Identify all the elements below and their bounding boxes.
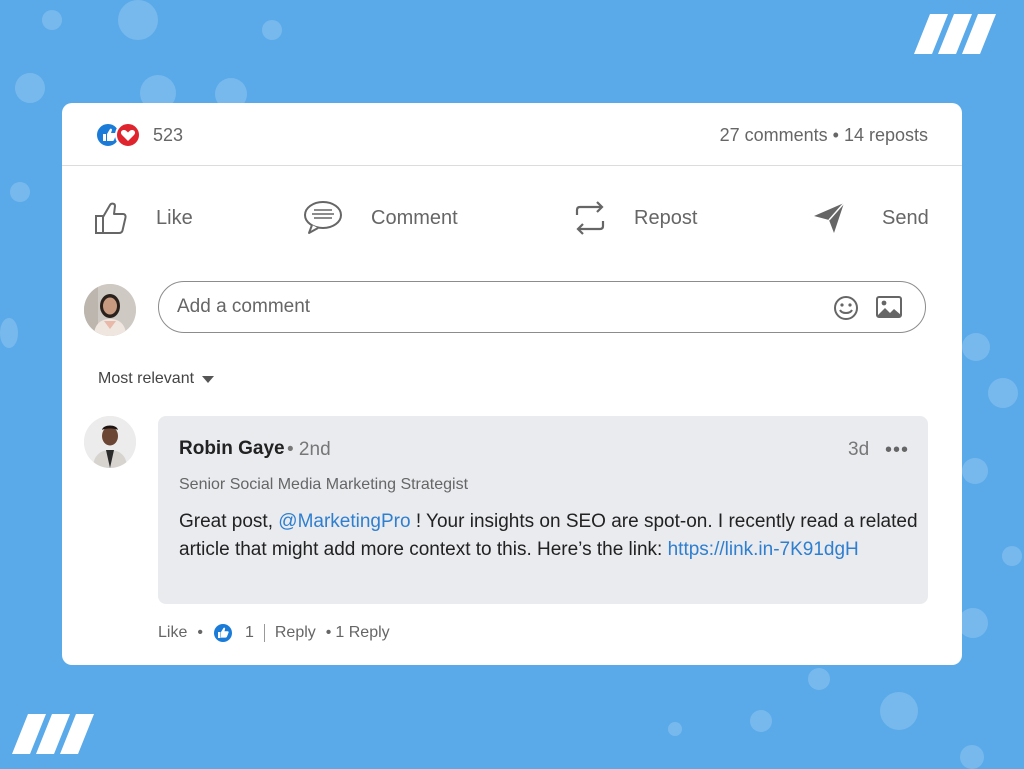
- bg-bubble: [10, 182, 30, 202]
- comment-url-link[interactable]: https://link.in-7K91dgH: [668, 539, 859, 560]
- comment-action-button[interactable]: Comment: [303, 198, 458, 238]
- bg-bubble: [750, 710, 772, 732]
- bg-bubble: [668, 722, 682, 736]
- bg-bubble: [880, 692, 918, 730]
- like-reaction-icon: [213, 624, 232, 642]
- send-action-label: Send: [882, 206, 929, 229]
- brand-logo-icon: [914, 14, 996, 54]
- bg-bubble: [958, 608, 988, 638]
- commenter-name[interactable]: Robin Gaye: [179, 438, 285, 460]
- comment-like-count[interactable]: 1: [245, 624, 254, 642]
- separator-dot: •: [197, 624, 203, 641]
- bg-bubble: [988, 378, 1018, 408]
- comment-input-placeholder: Add a comment: [177, 296, 311, 317]
- comment-bubble: Robin Gaye • 2nd 3d ••• Senior Social Me…: [158, 416, 928, 604]
- replies-count-link[interactable]: 1 Reply: [335, 624, 389, 642]
- bg-bubble: [962, 333, 990, 361]
- image-icon[interactable]: [876, 296, 902, 318]
- bg-bubble: [960, 745, 984, 769]
- comment-like-button[interactable]: Like: [158, 624, 187, 642]
- emoji-icon[interactable]: [833, 295, 859, 321]
- sort-dropdown[interactable]: Most relevant: [98, 370, 215, 388]
- sort-label: Most relevant: [98, 370, 195, 387]
- commenter-headline: Senior Social Media Marketing Strategist: [179, 476, 469, 493]
- comment-bubble-icon: [304, 201, 342, 234]
- send-action-button[interactable]: Send: [812, 198, 929, 238]
- bg-bubble: [42, 10, 62, 30]
- divider: [263, 624, 265, 642]
- mention-link[interactable]: @MarketingPro: [278, 511, 410, 532]
- avatar-photo: [84, 416, 136, 468]
- bg-bubble: [118, 0, 158, 40]
- comment-input[interactable]: Add a comment: [158, 281, 926, 333]
- love-reaction-icon: [115, 122, 141, 148]
- repost-arrows-icon: [575, 201, 605, 235]
- bg-bubble: [0, 318, 18, 348]
- avatar-photo: [84, 284, 136, 336]
- comment-timestamp: 3d: [848, 439, 870, 460]
- bg-bubble: [962, 458, 988, 484]
- post-card: 523 27 comments • 14 reposts Like Commen…: [62, 103, 962, 665]
- comment-action-label: Comment: [371, 206, 458, 229]
- separator-dot: •: [325, 624, 332, 641]
- more-options-icon[interactable]: •••: [885, 439, 909, 462]
- brand-logo-icon: [12, 714, 94, 754]
- connection-degree: • 2nd: [287, 439, 331, 460]
- comment-footer: Like • 1 Reply • 1 Reply: [158, 623, 390, 643]
- post-stats-row: 523 27 comments • 14 reposts: [62, 103, 962, 166]
- chevron-down-icon: [202, 375, 215, 383]
- comment-reply-button[interactable]: Reply: [275, 624, 316, 642]
- reaction-icons[interactable]: [95, 122, 143, 148]
- send-plane-icon: [814, 202, 845, 233]
- repost-action-button[interactable]: Repost: [574, 198, 697, 238]
- current-user-avatar[interactable]: [84, 284, 136, 336]
- bg-bubble: [1002, 546, 1022, 566]
- reaction-count[interactable]: 523: [153, 125, 183, 146]
- like-action-button[interactable]: Like: [94, 198, 193, 238]
- like-action-label: Like: [156, 206, 193, 229]
- repost-action-label: Repost: [634, 206, 698, 229]
- comment-text-start: Great post,: [179, 511, 279, 532]
- comments-reposts-count[interactable]: 27 comments • 14 reposts: [720, 125, 928, 146]
- commenter-avatar[interactable]: [84, 416, 136, 468]
- bg-bubble: [808, 668, 830, 690]
- bg-bubble: [15, 73, 45, 103]
- comment-text: Great post, @MarketingPro ! Your insight…: [179, 508, 919, 564]
- thumbs-up-icon: [95, 202, 127, 234]
- bg-bubble: [262, 20, 282, 40]
